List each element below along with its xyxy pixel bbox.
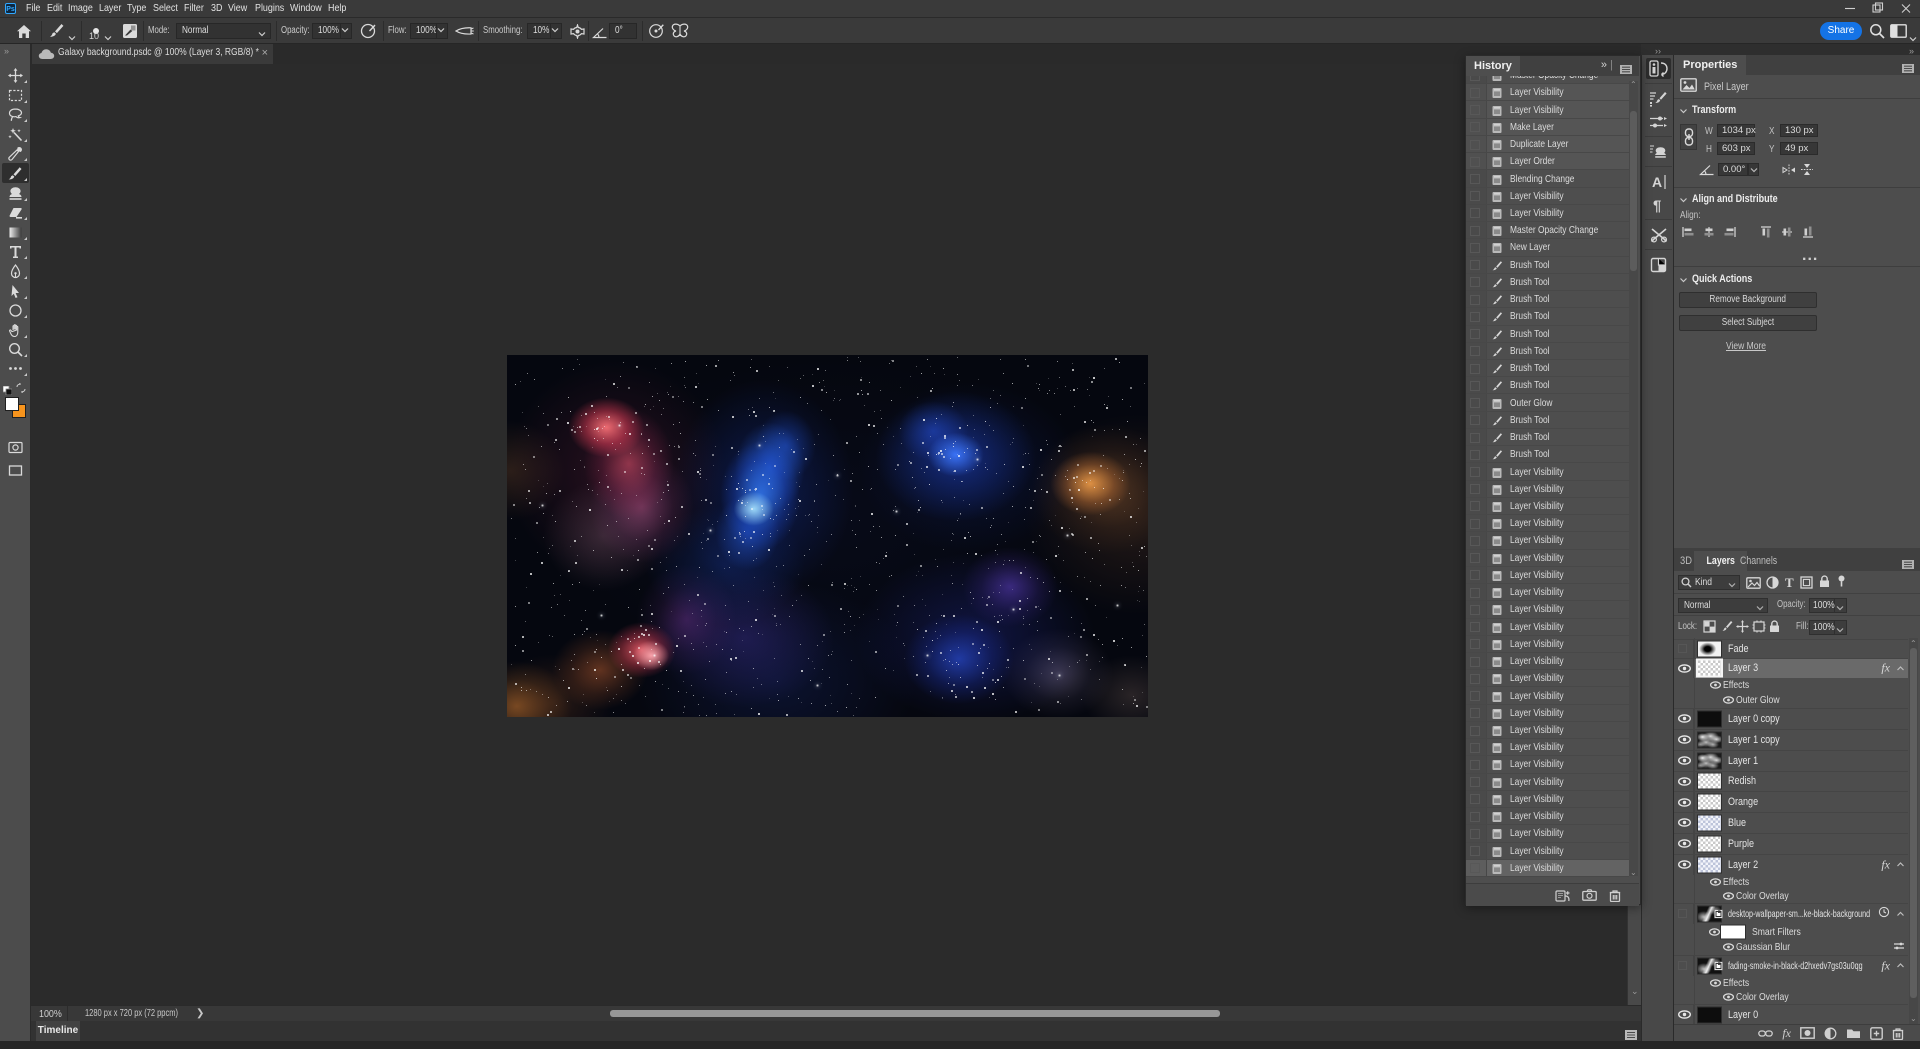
svg-text:¶: ¶: [1653, 197, 1661, 213]
svg-text:A: A: [1652, 174, 1662, 190]
